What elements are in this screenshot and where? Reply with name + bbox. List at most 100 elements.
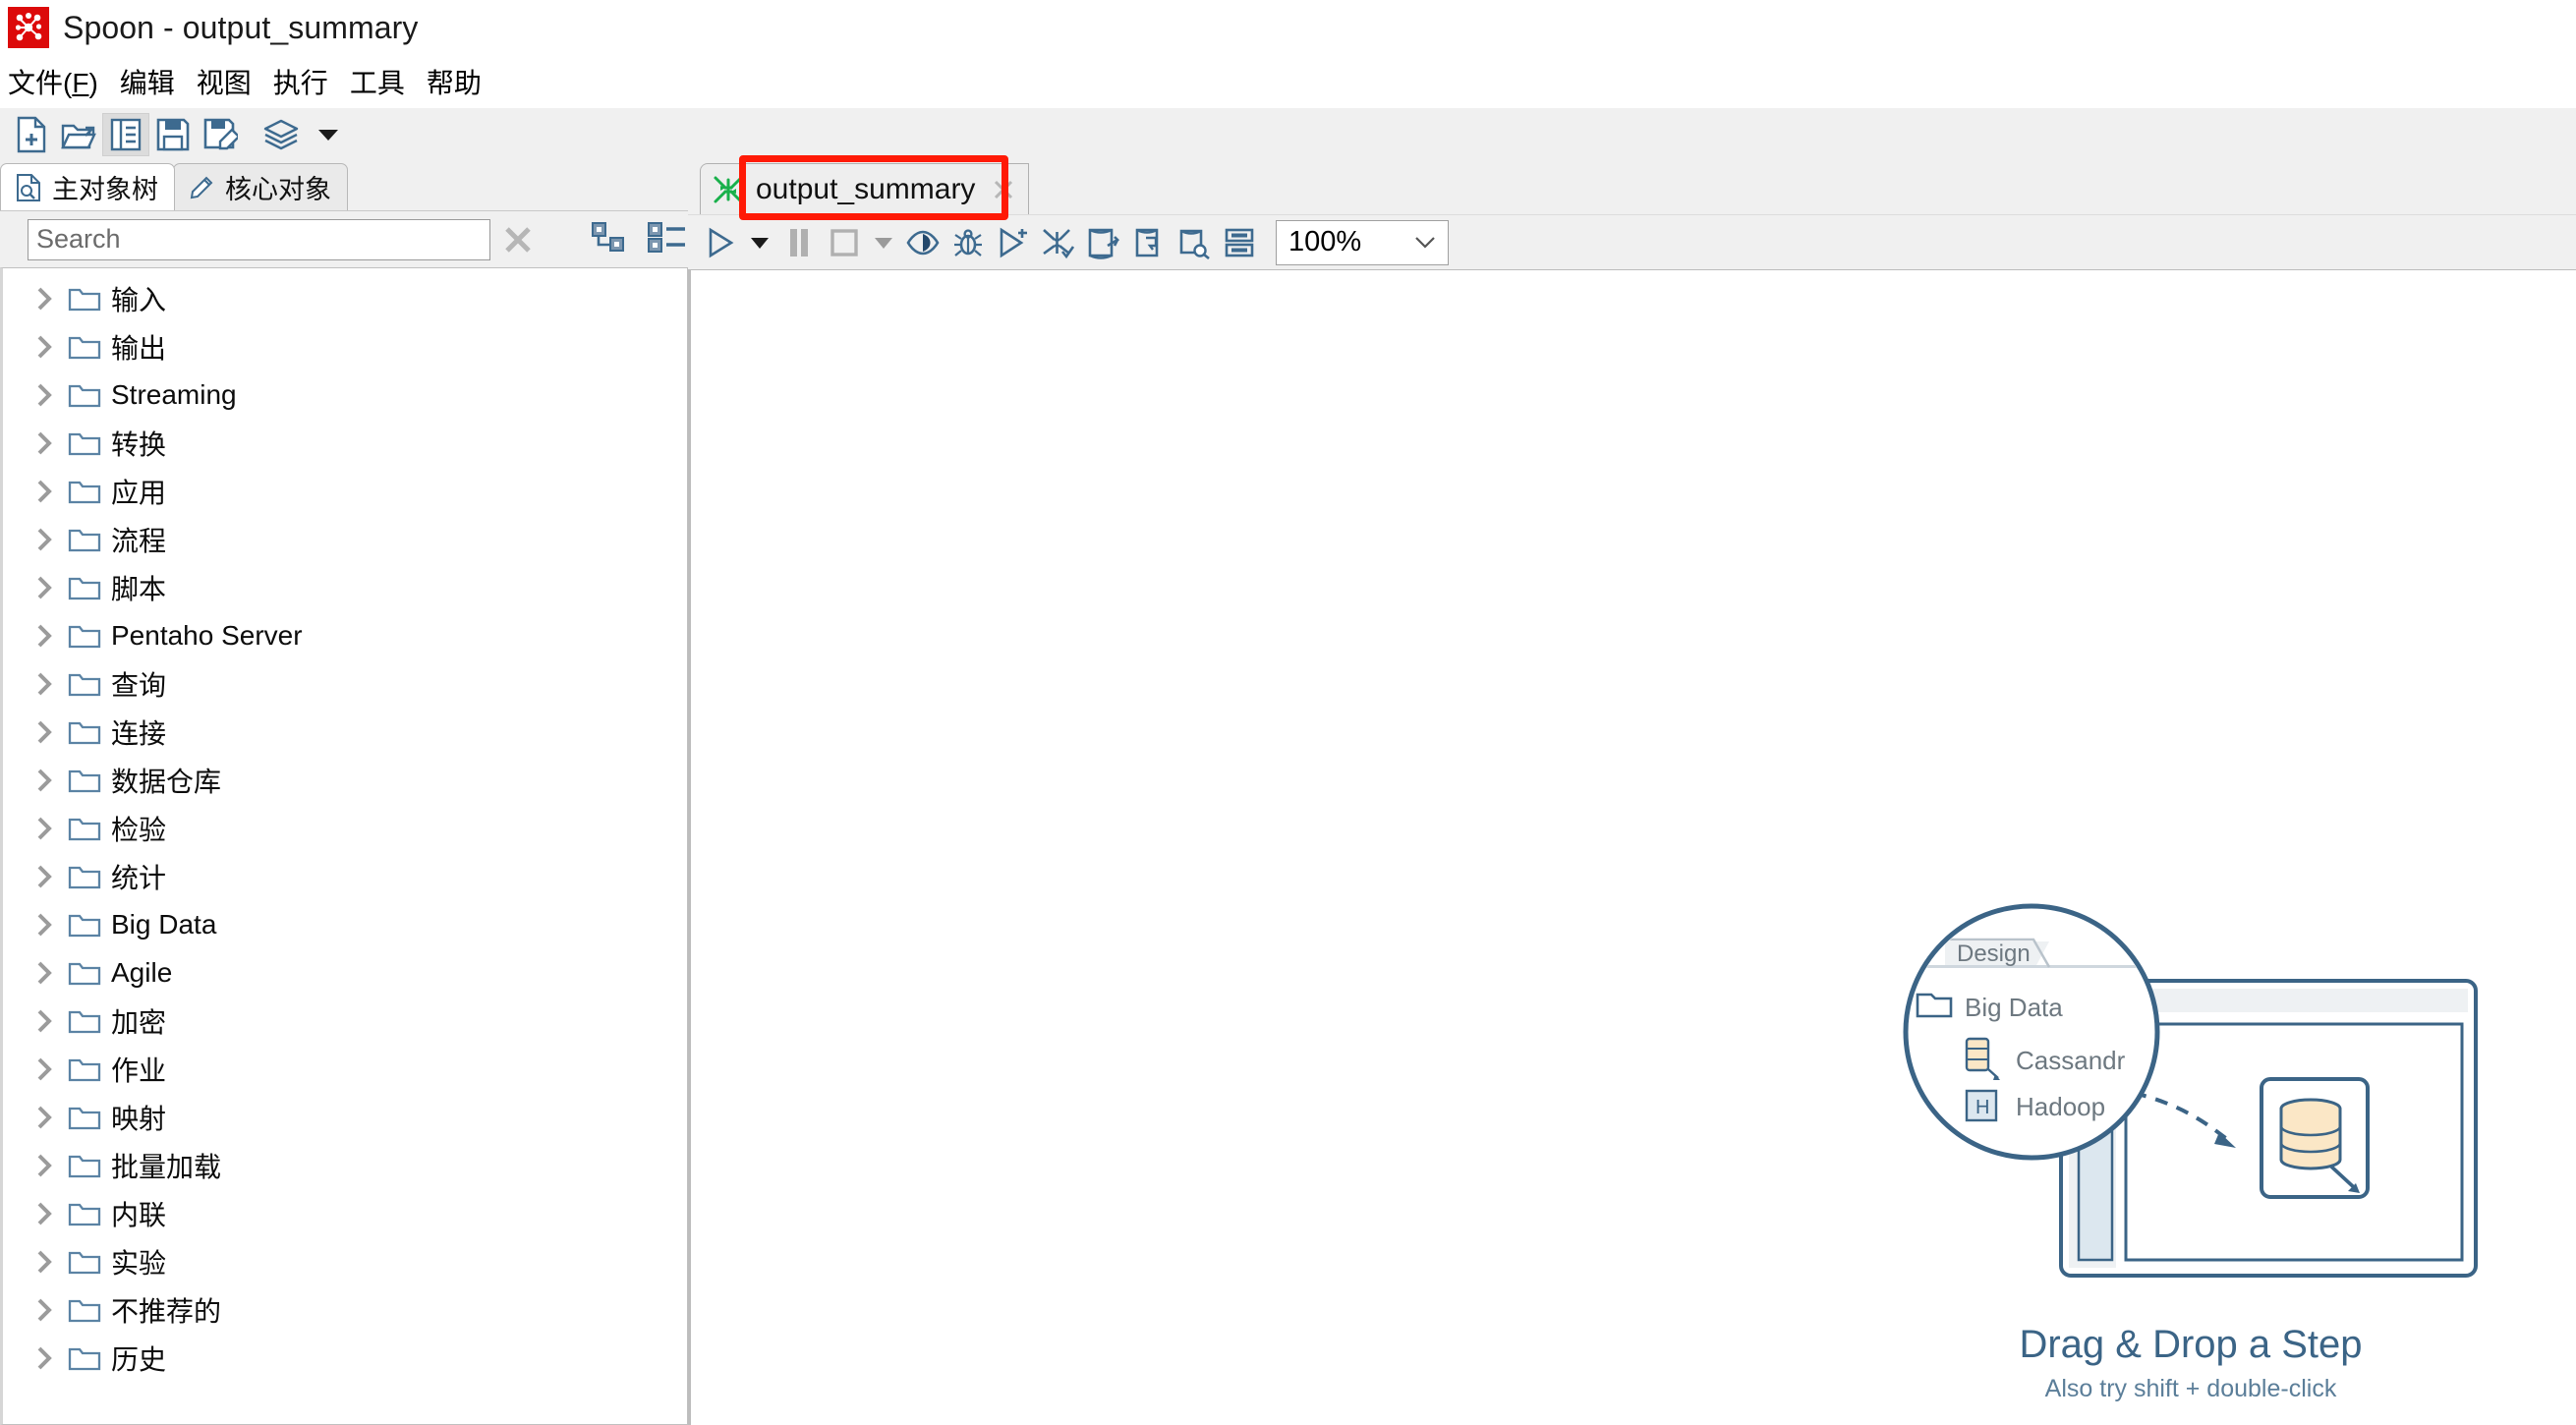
tree-item-13[interactable]: Big Data [3,900,687,948]
show-execution-results-button[interactable] [1217,219,1262,266]
debug-button[interactable] [945,219,991,266]
stop-options-dropdown[interactable] [867,219,900,266]
tree-item-17[interactable]: 映射 [3,1093,687,1141]
chevron-right-icon[interactable] [27,719,62,745]
tree-item-8[interactable]: 查询 [3,659,687,708]
tree-item-22[interactable]: 历史 [3,1334,687,1382]
tree-item-0[interactable]: 输入 [3,274,687,322]
document-search-icon [15,173,42,202]
chevron-right-icon[interactable] [27,816,62,841]
chevron-right-icon[interactable] [27,768,62,793]
zoom-level-combobox[interactable]: 100% [1276,219,1449,265]
preview-button[interactable] [900,219,945,266]
tree-item-18[interactable]: 批量加载 [3,1141,687,1189]
folder-icon [62,429,107,457]
tree-item-9[interactable]: 连接 [3,708,687,756]
object-tree[interactable]: 输入 输出 Streaming 转换 应用 流程 脚本 Pentaho Serv… [0,267,688,1425]
chevron-right-icon[interactable] [27,1153,62,1178]
chevron-right-icon[interactable] [27,286,62,312]
tree-item-14[interactable]: Agile [3,948,687,997]
tree-item-20[interactable]: 实验 [3,1237,687,1285]
chevron-right-icon[interactable] [27,1056,62,1082]
chevron-right-icon[interactable] [27,1008,62,1034]
tree-item-3[interactable]: 转换 [3,419,687,467]
pause-button[interactable] [776,219,822,266]
tree-item-1[interactable]: 输出 [3,322,687,370]
perspective-button[interactable] [258,113,305,156]
tab-core-objects[interactable]: 核心对象 [173,163,348,210]
svg-text:Big Data: Big Data [1965,993,2063,1022]
tree-item-21[interactable]: 不推荐的 [3,1285,687,1334]
verify-transformation-button[interactable] [1036,219,1081,266]
close-x-icon[interactable] [991,177,1016,202]
chevron-right-icon[interactable] [27,671,62,697]
chevron-right-icon[interactable] [27,1345,62,1371]
close-x-icon[interactable] [490,223,544,256]
svg-text:Design: Design [1957,940,2031,967]
open-file-button[interactable] [55,113,102,156]
perspective-dropdown-button[interactable] [305,113,352,156]
explore-repository-button[interactable] [102,112,149,156]
tree-item-6[interactable]: 脚本 [3,563,687,611]
transformation-canvas[interactable]: Design Big Data Cassandr H Hadoop Drag &… [688,269,2576,1425]
folder-icon [62,767,107,794]
tree-item-11[interactable]: 检验 [3,804,687,852]
empty-canvas-watermark: Design Big Data Cassandr H Hadoop Drag &… [1847,886,2535,1403]
window-title: Spoon - output_summary [63,9,419,45]
chevron-right-icon[interactable] [27,479,62,504]
expand-tree-icon[interactable] [647,220,688,258]
tab-main-object-tree[interactable]: 主对象树 [0,163,175,210]
menu-view[interactable]: 视图 [197,60,263,103]
menu-tools[interactable]: 工具 [350,60,417,103]
tree-item-5[interactable]: 流程 [3,515,687,563]
menu-edit[interactable]: 编辑 [120,60,187,103]
menu-help[interactable]: 帮助 [427,60,493,103]
search-input[interactable] [28,218,491,260]
save-button[interactable] [149,113,197,156]
chevron-right-icon[interactable] [27,430,62,456]
tab-output-summary[interactable]: output_summary [700,163,1030,214]
chevron-right-icon[interactable] [27,334,62,360]
chevron-right-icon[interactable] [27,912,62,938]
save-as-button[interactable] [197,113,244,156]
chevron-down-icon[interactable] [1412,226,1438,258]
collapse-tree-icon[interactable] [590,220,627,258]
tab-output-summary-label: output_summary [756,172,976,205]
chevron-right-icon[interactable] [27,623,62,649]
chevron-right-icon[interactable] [27,1297,62,1323]
watermark-title: Drag & Drop a Step [2019,1323,2363,1366]
tree-item-2[interactable]: Streaming [3,370,687,419]
tree-item-12[interactable]: 统计 [3,852,687,900]
tree-item-7[interactable]: Pentaho Server [3,611,687,659]
new-transformation-button[interactable] [8,113,55,156]
run-options-dropdown[interactable] [743,219,776,266]
chevron-right-icon[interactable] [27,1249,62,1275]
replay-button[interactable] [991,219,1036,266]
chevron-right-icon[interactable] [27,1201,62,1226]
run-button[interactable] [698,219,743,266]
tree-item-label: 加密 [111,1006,167,1038]
tree-item-10[interactable]: 数据仓库 [3,756,687,804]
pentaho-spoon-logo-icon [8,7,49,48]
chevron-right-icon[interactable] [27,1105,62,1130]
folder-icon [62,911,107,939]
menu-run[interactable]: 执行 [273,60,340,103]
chevron-right-icon[interactable] [27,864,62,889]
explore-database-button[interactable] [1172,219,1217,266]
menu-file[interactable]: 文件(F) [8,60,110,103]
generate-sql-button[interactable] [1126,219,1172,266]
folder-icon [62,478,107,505]
tree-item-19[interactable]: 内联 [3,1189,687,1237]
tree-item-4[interactable]: 应用 [3,467,687,515]
tree-item-16[interactable]: 作业 [3,1045,687,1093]
tree-item-15[interactable]: 加密 [3,997,687,1045]
tree-item-label: Big Data [111,908,217,940]
folder-icon [62,285,107,313]
chevron-right-icon[interactable] [27,575,62,600]
chevron-right-icon[interactable] [27,960,62,986]
chevron-right-icon[interactable] [27,527,62,552]
impact-analysis-button[interactable] [1081,219,1126,266]
stop-button[interactable] [822,219,867,266]
chevron-right-icon[interactable] [27,382,62,408]
tree-item-label: 流程 [111,525,167,556]
